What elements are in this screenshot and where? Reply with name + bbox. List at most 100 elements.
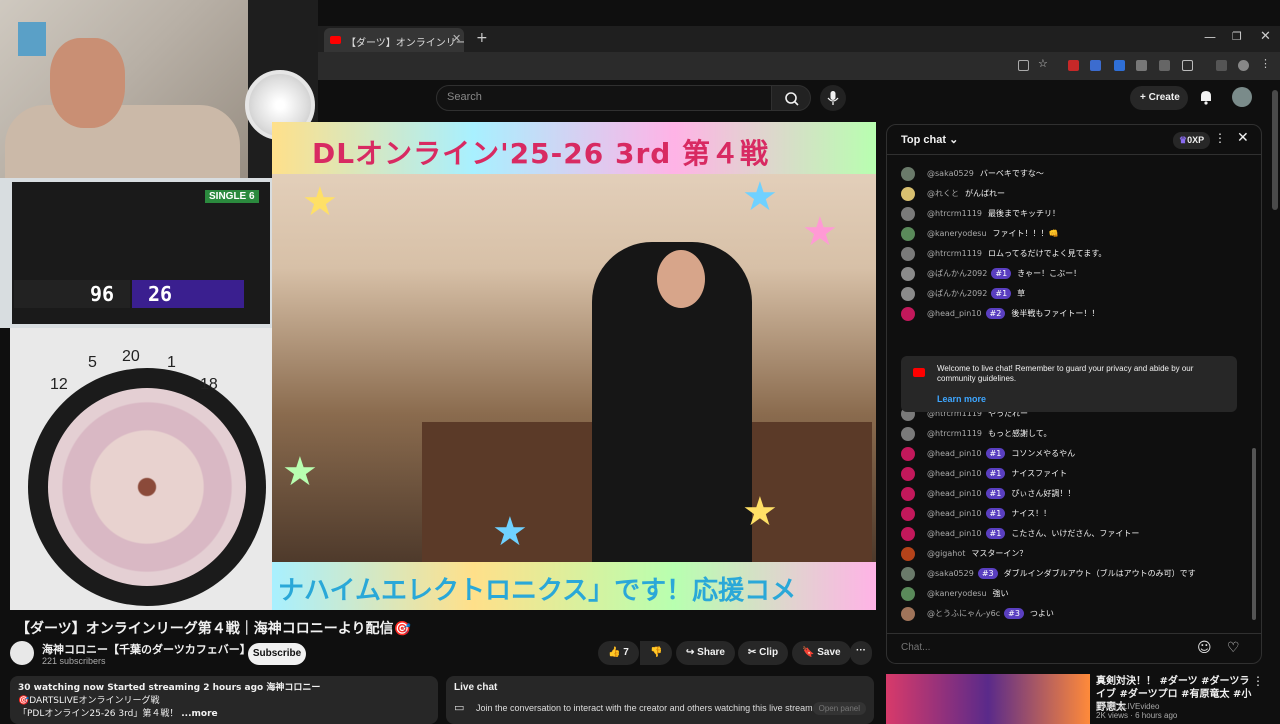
browser-address-bar: ☆ ⋮ xyxy=(318,52,1280,80)
chat-author[interactable]: @kaneryodesu xyxy=(927,229,987,238)
voice-search-button[interactable] xyxy=(820,85,846,111)
new-tab-icon[interactable]: + xyxy=(476,30,488,46)
chat-avatar[interactable] xyxy=(901,207,915,221)
chat-avatar[interactable] xyxy=(901,507,915,521)
chat-author[interactable]: @saka0529 xyxy=(927,569,974,578)
chat-messages[interactable]: @saka0529 バーベキですな〜 @れくと がんばれー @htrcrm1119 最後ま… xyxy=(887,155,1261,623)
heart-icon[interactable]: ♡ xyxy=(1227,640,1240,656)
open-panel-button[interactable]: Open panel xyxy=(812,702,866,715)
search-button[interactable] xyxy=(771,85,811,111)
chat-avatar[interactable] xyxy=(901,587,915,601)
chat-avatar[interactable] xyxy=(901,527,915,541)
chat-avatar[interactable] xyxy=(901,607,915,621)
chat-author[interactable]: @head_pin10 xyxy=(927,509,982,518)
chat-author[interactable]: @ぱんかん2092 xyxy=(927,289,987,298)
chat-welcome-notice: Welcome to live chat! Remember to guard … xyxy=(901,356,1237,412)
chat-scrollbar[interactable] xyxy=(1252,448,1256,620)
chat-avatar[interactable] xyxy=(901,487,915,501)
chat-author[interactable]: @head_pin10 xyxy=(927,489,982,498)
video-player[interactable]: DLオンライン'25-26 3rd 第４戦 ★ ★ ★ ★ ★ ★ ナハイムエレ… xyxy=(272,122,876,610)
chat-author[interactable]: @head_pin10 xyxy=(927,469,982,478)
save-button[interactable]: 🔖 Save xyxy=(792,641,851,665)
chat-author[interactable]: @htrcrm1119 xyxy=(927,209,982,218)
account-avatar[interactable] xyxy=(1232,87,1252,107)
chat-author[interactable]: @htrcrm1119 xyxy=(927,429,982,438)
chat-author[interactable]: @head_pin10 xyxy=(927,529,982,538)
board-number: 12 xyxy=(50,376,68,393)
chat-author[interactable]: @gigahot xyxy=(927,549,965,558)
chat-line: @head_pin10 #1 こたさん、いけださん、ファイトー xyxy=(927,528,1139,539)
close-window-button[interactable]: ✕ xyxy=(1260,29,1271,44)
notifications-bell-icon[interactable] xyxy=(1197,88,1215,106)
recommended-menu-icon[interactable]: ⋮ xyxy=(1252,674,1264,688)
chat-avatar[interactable] xyxy=(901,187,915,201)
streamer-head xyxy=(50,38,125,128)
chat-author[interactable]: @saka0529 xyxy=(927,169,974,178)
recommended-meta: DARTSLIVEvideo 2K views · 6 hours ago xyxy=(1096,702,1177,720)
emoji-icon[interactable]: ☺ xyxy=(1197,640,1212,656)
browser-menu-icon[interactable]: ⋮ xyxy=(1260,57,1271,70)
chat-author[interactable]: @head_pin10 xyxy=(927,449,982,458)
browser-tab[interactable]: 【ダーツ】オンラインリーグ第４戦 xyxy=(324,28,464,52)
xp-badge[interactable]: ♛0XP xyxy=(1173,132,1211,149)
page-scrollbar[interactable] xyxy=(1272,90,1278,210)
tab-close-icon[interactable]: ✕ xyxy=(452,32,461,45)
recommended-thumbnail[interactable] xyxy=(886,674,1090,724)
search-input[interactable]: Search xyxy=(436,85,772,111)
dartboard-overlay: 5 20 1 12 18 xyxy=(10,328,272,610)
chat-author[interactable]: @れくと xyxy=(927,189,959,198)
chat-avatar[interactable] xyxy=(901,307,915,321)
extension-icon[interactable] xyxy=(1159,60,1170,71)
save-label: Save xyxy=(817,647,841,658)
media-icon[interactable] xyxy=(1216,60,1227,71)
share-button[interactable]: ↪ Share xyxy=(676,641,735,665)
chat-avatar[interactable] xyxy=(901,567,915,581)
chat-avatar[interactable] xyxy=(901,547,915,561)
learn-more-link[interactable]: Learn more xyxy=(937,394,986,404)
like-button[interactable]: 👍 7 xyxy=(598,641,639,665)
chat-avatar[interactable] xyxy=(901,427,915,441)
extensions-puzzle-icon[interactable] xyxy=(1182,60,1193,71)
maximize-button[interactable]: ❐ xyxy=(1232,30,1242,43)
chat-mode-dropdown[interactable]: Top chat ⌄ xyxy=(901,133,958,146)
description-box[interactable]: 30 watching now Started streaming 2 hour… xyxy=(10,676,438,724)
extension-icon[interactable] xyxy=(1090,60,1101,71)
chat-avatar[interactable] xyxy=(901,167,915,181)
profile-icon[interactable] xyxy=(1238,60,1249,71)
more-actions-button[interactable]: ··· xyxy=(850,641,872,665)
tab-title: 【ダーツ】オンラインリーグ第４戦 xyxy=(346,38,464,49)
star-icon[interactable]: ☆ xyxy=(1038,57,1049,70)
gmail-extension-icon[interactable] xyxy=(1068,60,1079,71)
create-button[interactable]: + Create xyxy=(1130,86,1188,110)
chat-input[interactable] xyxy=(901,642,1191,653)
clip-button[interactable]: ✂ Clip xyxy=(738,641,789,665)
dislike-button[interactable]: 👎 xyxy=(640,641,673,665)
chat-line: @れくと がんばれー xyxy=(927,188,1005,199)
extension-icon[interactable] xyxy=(1114,60,1125,71)
crown-icon: ♛ xyxy=(1179,135,1188,145)
install-icon[interactable] xyxy=(1018,60,1029,71)
chat-author[interactable]: @htrcrm1119 xyxy=(927,249,982,258)
extension-icon[interactable] xyxy=(1136,60,1147,71)
chat-avatar[interactable] xyxy=(901,467,915,481)
rank-badge: #1 xyxy=(991,268,1012,279)
channel-name[interactable]: 海神コロニー【千葉のダーツカフェバー】 xyxy=(42,641,251,657)
show-more-link[interactable]: ...more xyxy=(181,709,217,719)
chat-avatar[interactable] xyxy=(901,227,915,241)
chat-author[interactable]: @head_pin10 xyxy=(927,309,982,318)
chat-author[interactable]: @ぱんかん2092 xyxy=(927,269,987,278)
chat-avatar[interactable] xyxy=(901,287,915,301)
star-decoration: ★ xyxy=(282,449,318,495)
chat-avatar[interactable] xyxy=(901,247,915,261)
minimize-button[interactable]: — xyxy=(1204,30,1216,44)
share-icon: ↪ xyxy=(686,647,698,658)
close-chat-icon[interactable]: ✕ xyxy=(1237,130,1249,146)
chat-author[interactable]: @kaneryodesu xyxy=(927,589,987,598)
subscribe-button[interactable]: Subscribe xyxy=(248,643,306,665)
chat-avatar[interactable] xyxy=(901,447,915,461)
recommended-channel[interactable]: DARTSLIVEvideo xyxy=(1096,702,1177,711)
chat-author[interactable]: @とうふにゃん-y6c xyxy=(927,609,1000,618)
channel-avatar[interactable] xyxy=(10,641,34,665)
chat-menu-icon[interactable]: ⋮ xyxy=(1214,131,1226,145)
chat-avatar[interactable] xyxy=(901,267,915,281)
